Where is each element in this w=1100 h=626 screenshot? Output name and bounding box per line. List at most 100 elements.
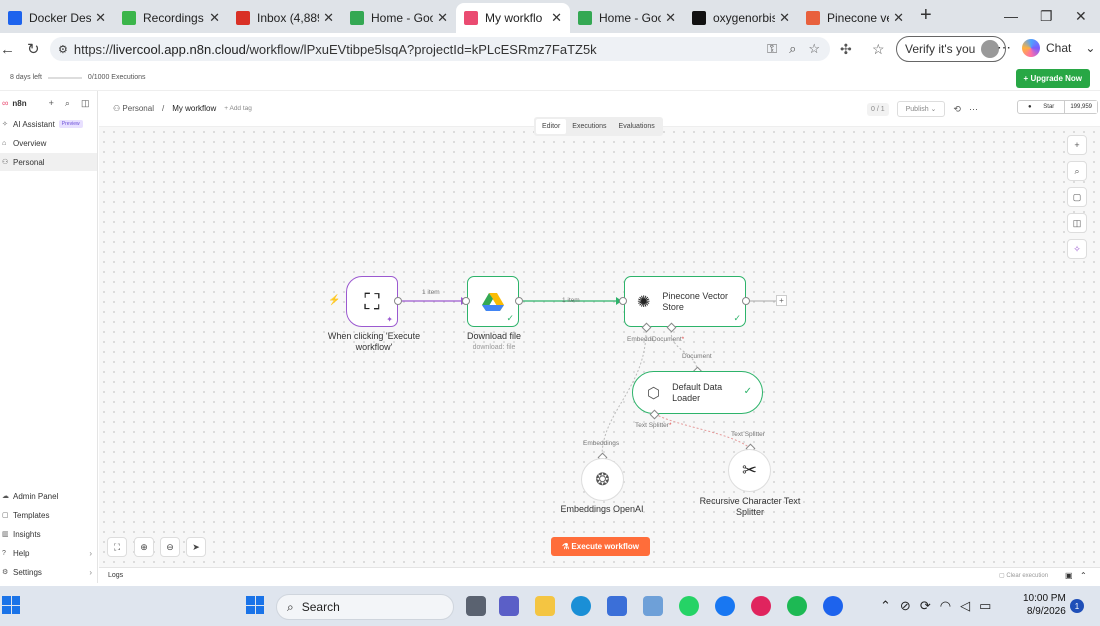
clear-execution-button[interactable]: ▢ Clear execution (999, 572, 1048, 579)
search-nodes-icon[interactable]: ⌕ (1067, 161, 1087, 181)
node-download-file[interactable]: ✓ (467, 276, 519, 327)
workflow-name[interactable]: My workflow (172, 104, 216, 113)
chevron-down-icon[interactable]: ⌄ (1085, 41, 1095, 55)
browser-tab[interactable]: Home - Google✕ (342, 3, 456, 33)
facebook-icon[interactable] (715, 596, 735, 616)
add-node-button[interactable]: + (776, 295, 787, 306)
browser-tab[interactable]: Inbox (4,889) - j ✕ (228, 3, 342, 33)
node-manual-trigger[interactable]: ⛶ ✦ (346, 276, 398, 327)
start-button-icon[interactable] (246, 596, 264, 614)
chevron-up-icon[interactable]: ⌃ (880, 598, 891, 614)
notification-badge[interactable]: 1 (1070, 599, 1084, 613)
tab-close-icon[interactable]: ✕ (95, 10, 106, 26)
tab-close-icon[interactable]: ✕ (551, 10, 562, 26)
sidebar-item-admin-panel[interactable]: ☁ Admin Panel (0, 487, 98, 505)
logs-panel-icon[interactable]: ▣ (1065, 571, 1073, 580)
restore-icon[interactable]: ❐ (1040, 8, 1053, 25)
sidebar-item-templates[interactable]: ▢ Templates (0, 506, 98, 524)
chevron-up-icon[interactable]: ⌃ (1080, 571, 1087, 580)
input-port[interactable] (462, 297, 470, 305)
docker-icon[interactable] (823, 596, 843, 616)
zoom-out-icon[interactable]: ⊖ (160, 537, 180, 557)
tab-close-icon[interactable]: ✕ (779, 10, 790, 26)
sidebar-item-overview[interactable]: ⌂ Overview (0, 134, 97, 152)
node-default-data-loader[interactable]: ⬡ Default Data Loader ✓ (632, 371, 763, 414)
tab-close-icon[interactable]: ✕ (437, 10, 448, 26)
minimize-icon[interactable]: — (1004, 8, 1018, 24)
tab-close-icon[interactable]: ✕ (209, 10, 220, 26)
breadcrumb-project[interactable]: ⚇ Personal (113, 104, 154, 113)
reload-icon[interactable]: ↻ (27, 40, 40, 58)
teams-icon[interactable] (499, 596, 519, 616)
zoom-in-icon[interactable]: ⊕ (134, 537, 154, 557)
input-port[interactable] (619, 297, 627, 305)
favorite-star-icon[interactable]: ☆ (808, 41, 820, 57)
node-embeddings-openai[interactable]: ❂ (581, 458, 624, 501)
network-off-icon[interactable]: ⊘ (900, 598, 911, 614)
back-icon[interactable]: ← (0, 41, 15, 58)
output-port[interactable] (394, 297, 402, 305)
zoom-icon[interactable]: ⌕ (789, 41, 796, 57)
more-menu-icon[interactable]: ⋯ (997, 39, 1011, 56)
ai-sparkle-icon[interactable]: ✧ (1067, 239, 1087, 259)
whatsapp-icon[interactable] (679, 596, 699, 616)
sidebar-item-help[interactable]: ? Help › (0, 544, 98, 562)
clock[interactable]: 10:00 PM 8/9/2026 (1023, 592, 1066, 618)
photos-icon[interactable] (643, 596, 663, 616)
pointer-icon[interactable]: ➤ (186, 537, 206, 557)
windows-start-icon[interactable] (2, 596, 20, 614)
collapse-sidebar-icon[interactable]: ◫ (81, 98, 90, 109)
logs-panel[interactable]: Logs ▢ Clear execution ▣ ⌃ (99, 567, 1100, 583)
tab-close-icon[interactable]: ✕ (893, 10, 904, 26)
browser-tab[interactable]: Home - Google✕ (570, 3, 684, 33)
chevron-down-icon[interactable]: ⌄ (931, 106, 937, 113)
node-pinecone-vector-store[interactable]: ✺ Pinecone Vector Store ✓ (624, 276, 746, 327)
file-explorer-icon[interactable] (535, 596, 555, 616)
close-window-icon[interactable]: ✕ (1075, 8, 1087, 25)
taskbar-search[interactable]: ⌕ Search (276, 594, 454, 620)
zoom-to-fit-plus-icon[interactable]: + (1067, 135, 1087, 155)
volume-icon[interactable]: ◁ (960, 598, 970, 614)
output-port[interactable] (742, 297, 750, 305)
sidebar-item-settings[interactable]: ⚙ Settings › (0, 563, 98, 581)
node-text-splitter[interactable]: ✂ (728, 449, 771, 492)
key-icon[interactable]: ⚿ (767, 41, 777, 57)
copilot-chat-button[interactable]: Chat ⌄ (1022, 39, 1095, 57)
edge-icon[interactable] (571, 596, 591, 616)
browser-tab[interactable]: Recordings | Ne ✕ (114, 3, 228, 33)
new-tab-icon[interactable]: + (920, 4, 932, 27)
task-view-icon[interactable] (466, 596, 486, 616)
url-field[interactable]: ⚙ https://livercool.app.n8n.cloud/workfl… (50, 37, 830, 61)
browser-tab[interactable]: oxygenorbiso |✕ (684, 3, 798, 33)
browser-tab[interactable]: Pinecone vecto ✕ (798, 3, 912, 33)
workflow-canvas[interactable]: Editor Executions Evaluations ⚡ ⛶ ✦ When… (99, 117, 1100, 567)
output-port[interactable] (515, 297, 523, 305)
upgrade-button[interactable]: + Upgrade Now (1015, 69, 1090, 88)
sidebar-item-personal[interactable]: ⚇ Personal (0, 153, 97, 171)
browser-tab[interactable]: Docker Desktop✕ (0, 3, 114, 33)
more-options-icon[interactable]: ⋯ (969, 104, 978, 115)
wifi-icon[interactable]: ◠ (940, 598, 951, 614)
site-info-icon[interactable]: ⚙ (58, 43, 68, 56)
battery-icon[interactable]: ▭ (979, 598, 991, 614)
search-icon[interactable]: ⌕ (65, 98, 70, 109)
github-star-button[interactable]: ● Star 199,959 (1017, 100, 1099, 114)
panel-icon[interactable]: ◫ (1067, 213, 1087, 233)
execute-workflow-button[interactable]: ⚗ Execute workflow (551, 537, 650, 556)
sidebar-item-insights[interactable]: ▥ Insights (0, 525, 98, 543)
tiktok-icon[interactable] (751, 596, 771, 616)
add-tag-button[interactable]: + Add tag (224, 104, 252, 113)
verify-profile-button[interactable]: Verify it's you (896, 36, 1007, 62)
favorites-icon[interactable]: ☆ (872, 41, 885, 58)
extensions-icon[interactable]: ✣ (840, 41, 852, 58)
sticky-note-icon[interactable]: ▢ (1067, 187, 1087, 207)
sidebar-item-ai-assistant[interactable]: ✧ AI Assistant Preview (0, 115, 97, 133)
fit-view-icon[interactable]: ⛶ (107, 537, 127, 557)
browser-tab[interactable]: My workflo ✕ (456, 3, 570, 33)
publish-button[interactable]: Publish ⌄ (896, 101, 946, 117)
sync-icon[interactable]: ⟳ (920, 598, 931, 614)
spotify-icon[interactable] (787, 596, 807, 616)
history-icon[interactable]: ⟲ (953, 104, 961, 115)
tab-close-icon[interactable]: ✕ (665, 10, 676, 26)
tab-close-icon[interactable]: ✕ (323, 10, 334, 26)
